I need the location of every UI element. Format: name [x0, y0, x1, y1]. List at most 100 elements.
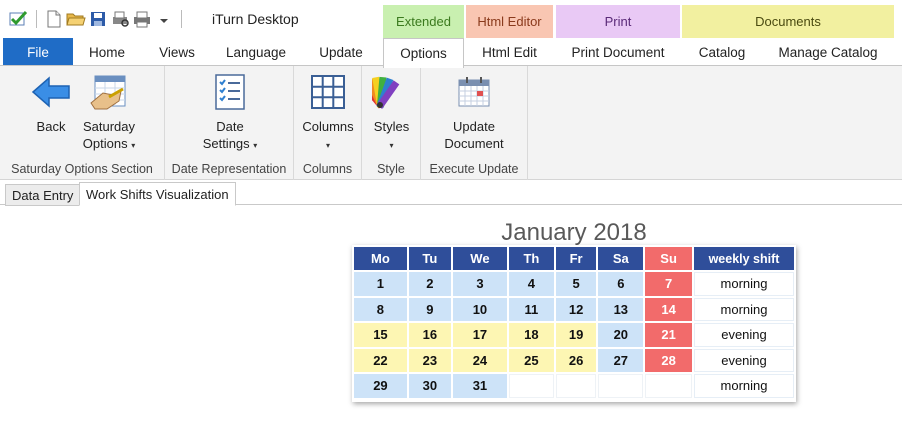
tab-work-shifts-visualization[interactable]: Work Shifts Visualization — [79, 182, 236, 206]
weekly-shift-cell: morning — [694, 272, 794, 296]
calendar-day-cell[interactable]: 22 — [354, 348, 407, 372]
calendar-day-cell[interactable]: 2 — [408, 272, 451, 296]
print-preview-icon[interactable] — [109, 8, 131, 30]
chevron-down-icon: ▾ — [131, 141, 136, 150]
calendar-day-cell[interactable]: 7 — [645, 272, 692, 296]
tab-data-entry[interactable]: Data Entry — [5, 184, 81, 206]
group-execute-update: Update Document Execute Update — [421, 66, 528, 180]
weekly-shift-cell: evening — [694, 348, 794, 372]
printer-icon[interactable] — [131, 8, 153, 30]
tab-html-edit[interactable]: Html Edit — [466, 38, 553, 66]
calendar-day-cell[interactable]: 27 — [598, 348, 644, 372]
context-group-html-editor: Html Editor — [466, 5, 553, 38]
saturday-label-2: Options — [82, 136, 128, 151]
update-label-1: Update — [453, 119, 495, 134]
checklist-icon — [210, 72, 250, 112]
calendar-empty-cell[interactable] — [598, 374, 644, 398]
tab-print-document[interactable]: Print Document — [556, 38, 680, 66]
weekly-shift-cell: morning — [694, 297, 794, 321]
qat-separator — [181, 10, 182, 28]
calendar-empty-cell[interactable] — [509, 374, 554, 398]
tab-file[interactable]: File — [3, 38, 73, 66]
group-label-execute: Execute Update — [429, 162, 519, 176]
saturday-options-button[interactable]: Saturday Options ▾ — [78, 72, 140, 154]
calendar-empty-cell[interactable] — [555, 374, 597, 398]
calendar-week-row: 8 9 10 11 12 13 14 morning — [354, 297, 794, 321]
tab-language[interactable]: Language — [216, 38, 296, 66]
context-group-documents: Documents — [682, 5, 894, 38]
calendar-day-cell[interactable]: 13 — [598, 297, 644, 321]
calendar-day-cell[interactable]: 4 — [509, 272, 554, 296]
tab-home[interactable]: Home — [76, 38, 138, 66]
dropdown-arrow-icon[interactable] — [153, 8, 175, 30]
chevron-down-icon: ▾ — [325, 141, 330, 150]
qat-separator — [36, 10, 37, 28]
calendar-day-cell[interactable]: 28 — [645, 348, 692, 372]
calendar-table: Mo Tu We Th Fr Sa Su weekly shift 123456… — [352, 245, 796, 400]
open-folder-icon[interactable] — [65, 8, 87, 30]
group-label-saturday: Saturday Options Section — [11, 162, 153, 176]
calendar-empty-cell[interactable] — [645, 374, 692, 398]
date-settings-button[interactable]: Date Settings ▾ — [195, 72, 265, 154]
tab-views[interactable]: Views — [146, 38, 208, 66]
date-label-2: Settings — [202, 136, 250, 151]
header-su: Su — [645, 247, 692, 270]
calendar-day-cell[interactable]: 11 — [509, 297, 554, 321]
calendar-day-cell[interactable]: 6 — [598, 272, 644, 296]
header-weekly-shift: weekly shift — [694, 247, 794, 270]
group-date-representation: Date Settings ▾ Date Representation — [165, 66, 294, 180]
header-we: We — [452, 247, 508, 270]
calendar-day-cell[interactable]: 17 — [452, 323, 508, 347]
tab-update[interactable]: Update — [304, 38, 378, 66]
calendar-week-row: 15 16 17 18 19 20 21 evening — [354, 323, 794, 347]
calendar-day-cell[interactable]: 10 — [452, 297, 508, 321]
tab-catalog[interactable]: Catalog — [682, 38, 762, 66]
calendar-week-row: 29 30 31 morning — [354, 374, 794, 398]
calendar-day-cell[interactable]: 15 — [354, 323, 407, 347]
calendar-day-cell[interactable]: 26 — [555, 348, 597, 372]
new-document-icon[interactable] — [43, 8, 65, 30]
document-tabs: Data Entry Work Shifts Visualization — [0, 182, 902, 206]
calendar-day-cell[interactable]: 21 — [645, 323, 692, 347]
calendar-day-cell[interactable]: 30 — [408, 374, 451, 398]
color-swatch-icon — [371, 72, 412, 112]
calendar-header-row: Mo Tu We Th Fr Sa Su weekly shift — [354, 247, 794, 270]
header-th: Th — [509, 247, 554, 270]
chevron-down-icon: ▾ — [389, 141, 394, 150]
calendar-day-cell[interactable]: 18 — [509, 323, 554, 347]
tab-manage-catalog[interactable]: Manage Catalog — [764, 38, 892, 66]
calendar-day-cell[interactable]: 8 — [354, 297, 407, 321]
calendar-day-cell[interactable]: 31 — [452, 374, 508, 398]
back-button[interactable]: Back — [28, 72, 74, 135]
shift-calendar: Mo Tu We Th Fr Sa Su weekly shift 123456… — [352, 245, 796, 402]
calendar-day-cell[interactable]: 20 — [598, 323, 644, 347]
styles-button[interactable]: Styles ▾ — [366, 72, 417, 154]
calendar-day-cell[interactable]: 9 — [408, 297, 451, 321]
context-group-extended: Extended — [383, 5, 464, 38]
save-icon[interactable] — [87, 8, 109, 30]
calendar-day-cell[interactable]: 29 — [354, 374, 407, 398]
calendar-day-cell[interactable]: 1 — [354, 272, 407, 296]
weekly-shift-cell: evening — [694, 323, 794, 347]
calendar-day-cell[interactable]: 23 — [408, 348, 451, 372]
calendar-day-cell[interactable]: 24 — [452, 348, 508, 372]
back-arrow-icon — [31, 72, 71, 112]
update-document-button[interactable]: Update Document — [436, 72, 512, 152]
calendar-day-cell[interactable]: 25 — [509, 348, 554, 372]
calendar-day-cell[interactable]: 14 — [645, 297, 692, 321]
calendar-day-cell[interactable]: 19 — [555, 323, 597, 347]
calendar-day-cell[interactable]: 16 — [408, 323, 451, 347]
calendar-day-cell[interactable]: 12 — [555, 297, 597, 321]
check-icon[interactable] — [8, 8, 30, 30]
tab-options[interactable]: Options — [383, 38, 464, 68]
columns-button[interactable]: Columns ▾ — [298, 72, 358, 154]
group-label-date: Date Representation — [171, 162, 287, 176]
weekly-shift-cell: morning — [694, 374, 794, 398]
styles-label: Styles — [373, 119, 410, 134]
columns-label: Columns — [302, 119, 354, 134]
calendar-icon — [454, 72, 494, 112]
calendar-day-cell[interactable]: 3 — [452, 272, 508, 296]
calendar-day-cell[interactable]: 5 — [555, 272, 597, 296]
quick-access-toolbar — [8, 8, 188, 30]
back-label: Back — [36, 119, 66, 134]
